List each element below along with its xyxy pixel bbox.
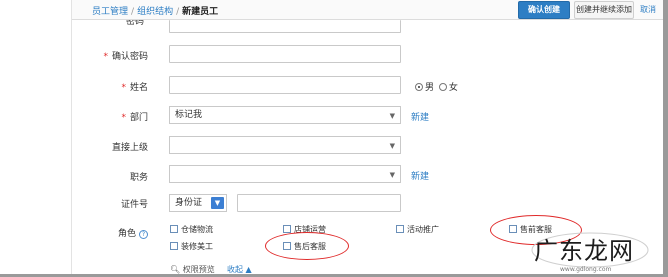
role-label: 角色? — [68, 226, 148, 239]
department-label: * 部门 — [68, 110, 148, 123]
id-label: 证件号 — [120, 200, 148, 210]
role-checkbox-item[interactable]: 装修美工 — [170, 241, 213, 252]
position-label: 职务 — [129, 173, 148, 183]
watermark-url: www.gdlong.com — [560, 266, 612, 273]
chevron-down-icon: ▼ — [389, 171, 395, 179]
search-icon: 🔍︎ — [170, 265, 181, 274]
breadcrumb: 员工管理 / 组织结构 / 新建员工 — [92, 4, 218, 17]
left-frame — [0, 0, 72, 277]
chevron-down-icon[interactable]: ▼ — [211, 197, 224, 209]
gender-radio-group: 男 女 — [415, 80, 458, 93]
required-mark: * — [121, 83, 126, 93]
right-frame-bar — [663, 0, 668, 277]
role-checkbox-item[interactable]: 仓储物流 — [170, 224, 213, 235]
breadcrumb-separator: / — [131, 7, 135, 17]
breadcrumb-org-structure[interactable]: 组织结构 — [137, 7, 173, 17]
permission-preview-label: 权限预览 — [182, 265, 215, 274]
supervisor-select[interactable]: ▼ — [169, 136, 401, 154]
collapse-label: 收起 — [227, 265, 243, 274]
checkbox[interactable] — [170, 225, 178, 233]
position-select[interactable]: ▼ — [169, 165, 401, 183]
id-type-selected-value: 身份证 — [175, 198, 203, 208]
department-selected-value: 标记我 — [175, 110, 203, 120]
page-header: 员工管理 / 组织结构 / 新建员工 确认创建 创建并继续添加 取消 — [72, 0, 663, 20]
breadcrumb-employee-management[interactable]: 员工管理 — [92, 7, 128, 17]
create-and-continue-button[interactable]: 创建并继续添加 — [574, 1, 634, 19]
confirm-password-input[interactable] — [169, 45, 401, 63]
confirm-password-label: * 确认密码 — [68, 49, 148, 62]
department-new-link[interactable]: 新建 — [411, 110, 429, 123]
name-label: * 姓名 — [68, 80, 148, 93]
position-new-link[interactable]: 新建 — [411, 169, 429, 182]
breadcrumb-separator: / — [176, 7, 180, 17]
confirm-create-button[interactable]: 确认创建 — [518, 1, 570, 19]
gender-female-label[interactable]: 女 — [449, 83, 458, 93]
role-checkbox-label: 仓储物流 — [181, 225, 213, 234]
checkbox[interactable] — [396, 225, 404, 233]
role-checkbox-label: 活动推广 — [407, 225, 439, 234]
role-label-text: 角色 — [117, 229, 136, 239]
role-checkbox-item[interactable]: 活动推广 — [396, 224, 439, 235]
checkbox[interactable] — [283, 225, 291, 233]
gender-male-label[interactable]: 男 — [425, 83, 434, 93]
gender-female-radio[interactable] — [438, 83, 447, 91]
password-input[interactable] — [169, 20, 401, 33]
supervisor-label: 直接上级 — [111, 143, 148, 153]
checkbox[interactable] — [170, 242, 178, 250]
department-select[interactable]: 标记我 ▼ — [169, 106, 401, 124]
id-number-input[interactable] — [237, 194, 401, 212]
department-label-text: 部门 — [129, 113, 148, 123]
name-label-text: 姓名 — [129, 83, 148, 93]
confirm-password-label-text: 确认密码 — [111, 52, 148, 62]
chevron-down-icon: ▼ — [389, 112, 395, 120]
chevron-down-icon: ▼ — [389, 142, 395, 150]
gender-male-radio[interactable] — [415, 83, 423, 91]
chevron-up-icon: ▲ — [245, 265, 252, 274]
password-label: 密码 — [125, 20, 144, 27]
required-mark: * — [121, 113, 126, 123]
annotation-ellipse — [265, 232, 349, 260]
watermark-text: 广东龙网 — [534, 237, 634, 265]
required-mark: * — [103, 52, 108, 62]
name-input[interactable] — [169, 76, 401, 94]
role-checkbox-label: 装修美工 — [181, 242, 213, 251]
help-icon[interactable]: ? — [139, 230, 148, 239]
page-title: 新建员工 — [182, 7, 219, 17]
cancel-link[interactable]: 取消 — [640, 4, 656, 15]
